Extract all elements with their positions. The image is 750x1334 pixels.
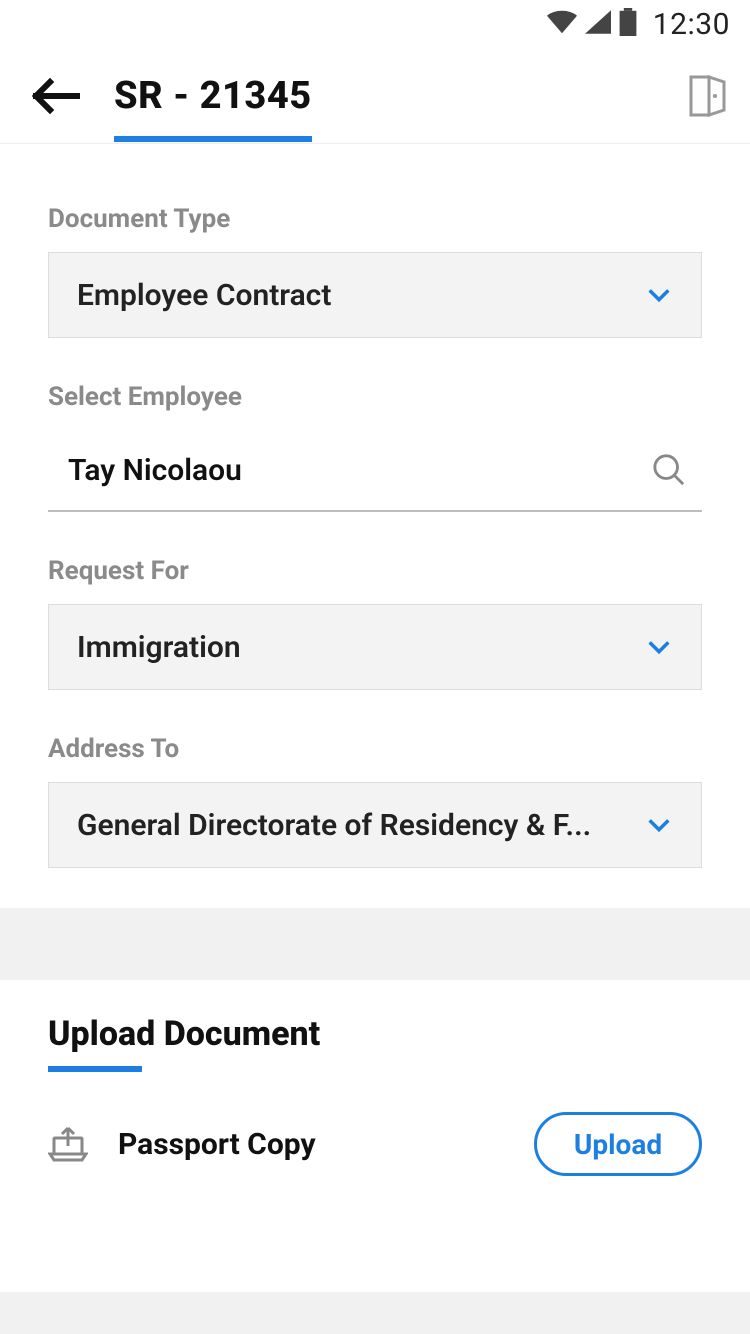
status-bar: 12:30 <box>0 0 750 48</box>
app-header: SR - 21345 <box>0 48 750 144</box>
status-time: 12:30 <box>653 7 730 42</box>
chevron-down-icon <box>645 811 673 839</box>
form: Document Type Employee Contract Select E… <box>0 144 750 908</box>
title-underline <box>114 136 312 142</box>
arrow-left-icon <box>30 76 80 116</box>
cellular-icon <box>585 10 611 38</box>
upload-heading: Upload Document <box>48 1014 320 1054</box>
value-select-employee: Tay Nicolaou <box>68 453 652 488</box>
value-request-for: Immigration <box>77 630 645 665</box>
value-address-to: General Directorate of Residency & F... <box>77 808 645 843</box>
exit-button[interactable] <box>686 74 730 118</box>
select-address-to[interactable]: General Directorate of Residency & F... <box>48 782 702 868</box>
input-select-employee[interactable]: Tay Nicolaou <box>48 430 702 512</box>
label-request-for: Request For <box>48 556 702 586</box>
label-address-to: Address To <box>48 734 702 764</box>
label-document-type: Document Type <box>48 204 702 234</box>
field-document-type: Document Type Employee Contract <box>48 204 702 338</box>
upload-device-icon <box>48 1124 88 1164</box>
search-icon <box>652 453 686 487</box>
bottom-band <box>0 1292 750 1334</box>
wifi-icon <box>547 10 577 38</box>
field-request-for: Request For Immigration <box>48 556 702 690</box>
chevron-down-icon <box>645 281 673 309</box>
upload-row: Passport Copy Upload <box>48 1112 702 1176</box>
door-icon <box>688 74 728 118</box>
select-document-type[interactable]: Employee Contract <box>48 252 702 338</box>
upload-underline <box>48 1066 142 1072</box>
label-select-employee: Select Employee <box>48 382 702 412</box>
section-separator <box>0 908 750 980</box>
value-document-type: Employee Contract <box>77 278 645 313</box>
field-select-employee: Select Employee Tay Nicolaou <box>48 382 702 512</box>
field-address-to: Address To General Directorate of Reside… <box>48 734 702 868</box>
page-title: SR - 21345 <box>114 74 312 118</box>
battery-icon <box>619 8 637 40</box>
chevron-down-icon <box>645 633 673 661</box>
upload-item-name: Passport Copy <box>118 1127 534 1162</box>
upload-button[interactable]: Upload <box>534 1112 702 1176</box>
select-request-for[interactable]: Immigration <box>48 604 702 690</box>
upload-section: Upload Document Passport Copy Upload <box>0 980 750 1176</box>
back-button[interactable] <box>30 71 80 121</box>
